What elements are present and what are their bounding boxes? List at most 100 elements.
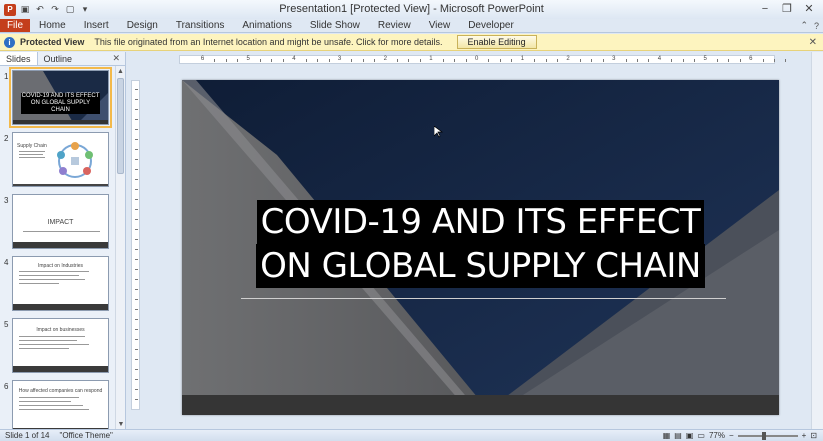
list-item[interactable]: 4 Impact on Industries — [0, 256, 114, 312]
ruler-label: 3 — [337, 56, 342, 62]
ruler-label: 1 — [520, 56, 525, 62]
tab-outline[interactable]: Outline — [38, 52, 79, 65]
slide-counter: Slide 1 of 14 — [5, 431, 50, 440]
tab-home[interactable]: Home — [30, 19, 75, 32]
thumbnail-footer — [13, 304, 108, 310]
tab-slides[interactable]: Slides — [0, 52, 38, 65]
tab-animations[interactable]: Animations — [233, 19, 300, 32]
close-icon[interactable]: ✕ — [112, 52, 125, 65]
slide-thumbnail-2[interactable]: Supply Chain — [12, 132, 109, 187]
ruler-tick — [442, 59, 444, 62]
tab-view[interactable]: View — [420, 19, 460, 32]
ruler-tick — [135, 199, 138, 200]
slide-thumbnail-1[interactable]: COVID-19 AND ITS EFFECT ON GLOBAL SUPPLY… — [9, 67, 112, 128]
restore-button[interactable]: ❐ — [777, 1, 797, 16]
undo-icon[interactable]: ↶ — [34, 4, 46, 16]
ruler-tick — [602, 59, 604, 62]
help-icon[interactable]: ? — [814, 21, 819, 31]
tab-slide-show[interactable]: Slide Show — [301, 19, 369, 32]
scroll-down-icon[interactable]: ▼ — [116, 419, 126, 429]
minimize-ribbon-icon[interactable]: ⌃ — [800, 20, 808, 31]
list-item[interactable]: 5 Impact on businesses — [0, 318, 114, 374]
ruler-tick — [237, 59, 239, 62]
ruler-tick — [135, 299, 138, 300]
customize-dropdown-icon[interactable]: ▾ — [79, 4, 91, 16]
workspace: Slides Outline ✕ 1 COVID-19 AND ITS EFFE… — [0, 52, 823, 429]
ruler-tick — [419, 59, 421, 62]
tab-design[interactable]: Design — [118, 19, 167, 32]
ruler-tick — [397, 59, 399, 62]
protected-view-message[interactable]: This file originated from an Internet lo… — [94, 37, 442, 47]
text-line — [19, 271, 89, 272]
scroll-up-icon[interactable]: ▲ — [116, 66, 125, 76]
slide-canvas[interactable]: COVID-19 AND ITS EFFECT ON GLOBAL SUPPLY… — [182, 80, 779, 415]
ruler-tick — [271, 59, 273, 62]
close-icon[interactable]: ✕ — [809, 37, 817, 48]
zoom-out-button[interactable]: − — [729, 431, 734, 440]
horizontal-ruler[interactable]: 6 5 4 3 2 1 0 1 2 3 4 5 6 — [179, 55, 787, 64]
ruler-tick — [556, 59, 558, 62]
slide-number: 2 — [4, 134, 9, 143]
ruler-label: 4 — [657, 56, 662, 62]
vertical-ruler[interactable] — [131, 80, 140, 410]
enable-editing-button[interactable]: Enable Editing — [456, 35, 537, 49]
slide-thumbnail-6[interactable]: How affected companies can respond — [12, 380, 109, 429]
minimize-button[interactable]: − — [755, 1, 775, 16]
thumbnail-title: IMPACT — [47, 219, 74, 226]
slide-thumbnail-5[interactable]: Impact on businesses — [12, 318, 109, 373]
fit-slide-icon[interactable]: ⊡ — [810, 431, 817, 440]
title-bar: P ▣ ↶ ↷ ▢ ▾ Presentation1 [Protected Vie… — [0, 0, 823, 19]
powerpoint-app-icon[interactable]: P — [4, 3, 16, 16]
slide-editor: 6543210123456 COVID-19 AND ITS EFFECT ON… — [127, 52, 823, 429]
title-line-2: ON GLOBAL SUPPLY CHAIN — [256, 244, 705, 288]
title-divider — [241, 298, 726, 299]
theme-name[interactable]: "Office Theme" — [54, 431, 117, 440]
redo-icon[interactable]: ↷ — [49, 4, 61, 16]
tab-file[interactable]: File — [0, 19, 30, 32]
text-line — [19, 344, 89, 345]
ruler-tick — [225, 59, 227, 62]
panel-scrollbar[interactable]: ▲ ▼ — [115, 66, 125, 429]
ruler-tick — [135, 119, 138, 120]
save-icon[interactable]: ▣ — [19, 4, 31, 16]
thumbnail-title: COVID-19 AND ITS EFFECT ON GLOBAL SUPPLY… — [21, 93, 100, 114]
zoom-in-button[interactable]: + — [802, 431, 807, 440]
ruler-tick — [774, 59, 775, 62]
ruler-tick — [135, 309, 138, 310]
ruler-tick — [135, 279, 138, 280]
slide-thumbnail-3[interactable]: IMPACT — [12, 194, 109, 249]
zoom-slider[interactable] — [737, 431, 798, 440]
slide-sorter-icon[interactable]: ▤ — [674, 431, 682, 440]
ruler-tick — [135, 139, 138, 140]
list-item[interactable]: 1 COVID-19 AND ITS EFFECT ON GLOBAL SUPP… — [0, 67, 114, 128]
slideshow-icon[interactable]: ▭ — [697, 431, 705, 440]
new-icon[interactable]: ▢ — [64, 4, 76, 16]
editor-scrollbar[interactable] — [811, 52, 823, 429]
list-item[interactable]: 3 IMPACT — [0, 194, 114, 250]
slide-title[interactable]: COVID-19 AND ITS EFFECT ON GLOBAL SUPPLY… — [182, 200, 779, 288]
tab-review[interactable]: Review — [369, 19, 420, 32]
close-button[interactable]: ✕ — [799, 1, 819, 16]
ruler-tick — [135, 369, 138, 370]
tab-insert[interactable]: Insert — [75, 19, 118, 32]
zoom-slider-handle[interactable] — [761, 431, 766, 440]
zoom-level[interactable]: 77% — [709, 431, 725, 440]
list-item[interactable]: 6 How affected companies can respond — [0, 380, 114, 429]
slide-thumbnail-4[interactable]: Impact on Industries — [12, 256, 109, 311]
ruler-tick — [135, 319, 138, 320]
reading-view-icon[interactable]: ▣ — [686, 431, 694, 440]
ribbon-right-controls: ⌃ ? — [800, 19, 823, 32]
scroll-thumb[interactable] — [117, 78, 124, 174]
normal-view-icon[interactable]: ▦ — [663, 431, 671, 440]
tab-transitions[interactable]: Transitions — [167, 19, 234, 32]
tab-developer[interactable]: Developer — [459, 19, 523, 32]
ruler-tick — [739, 59, 741, 62]
thumbnail-footer — [13, 366, 108, 372]
ruler-tick — [135, 239, 138, 240]
protected-view-bar[interactable]: i Protected View This file originated fr… — [0, 34, 823, 51]
ruler-tick — [259, 59, 261, 62]
ruler-tick — [579, 59, 581, 62]
protected-view-title: Protected View — [20, 37, 85, 47]
window-controls: − ❐ ✕ — [755, 1, 819, 16]
list-item[interactable]: 2 Supply Chain — [0, 132, 114, 188]
